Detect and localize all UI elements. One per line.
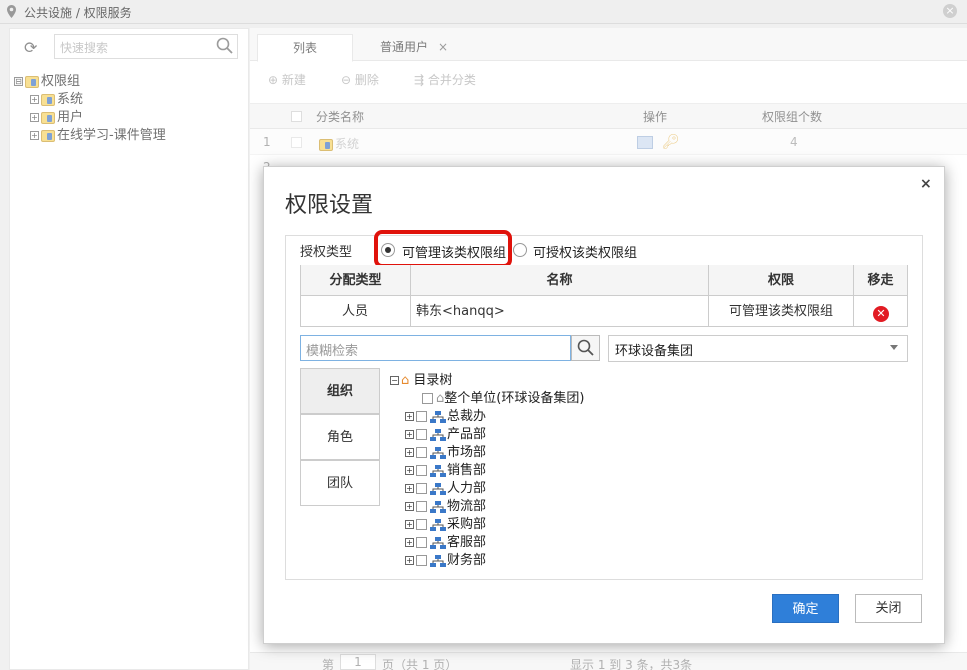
breadcrumb: 公共设施 / 权限服务 [24, 6, 132, 20]
org-unit-icon [430, 464, 446, 477]
org-unit-icon [430, 428, 446, 441]
dialog-title: 权限设置 [285, 193, 374, 218]
dept-label: 财务部 [447, 553, 487, 568]
expand-icon[interactable]: + [405, 556, 414, 565]
checkbox[interactable] [416, 519, 427, 530]
org-tree-whole[interactable]: ⌂整个单位(环球设备集团) [422, 387, 584, 406]
radio-grant-label[interactable]: 可授权该类权限组 [533, 242, 637, 261]
close-page-icon[interactable]: × [943, 4, 957, 18]
expand-icon[interactable]: + [405, 448, 414, 457]
expand-icon[interactable]: + [405, 538, 414, 547]
org-tree-dept[interactable]: + 采购部 [405, 513, 486, 532]
org-tree-dept[interactable]: + 财务部 [405, 549, 486, 568]
expand-icon[interactable]: + [405, 412, 414, 421]
org-select[interactable]: 环球设备集团 [608, 335, 908, 362]
collapse-icon[interactable]: − [390, 376, 399, 385]
dept-label: 总裁办 [447, 409, 487, 424]
org-unit-icon [430, 410, 446, 423]
org-unit-icon [430, 482, 446, 495]
org-tree-dept[interactable]: + 人力部 [405, 477, 486, 496]
fuzzy-search-input[interactable]: 模糊检索 [300, 335, 571, 361]
dept-label: 市场部 [447, 445, 487, 460]
org-tree-dept[interactable]: + 市场部 [405, 441, 486, 460]
checkbox[interactable] [416, 411, 427, 422]
divider [853, 265, 854, 327]
cell-name: 韩东<hanqq> [416, 304, 505, 319]
cell-type: 人员 [342, 304, 369, 319]
chevron-down-icon[interactable] [890, 345, 898, 350]
confirm-button[interactable]: 确定 [772, 594, 839, 623]
search-icon [577, 339, 594, 356]
org-tree-dept[interactable]: + 销售部 [405, 459, 486, 478]
org-unit-icon [430, 446, 446, 459]
expand-icon[interactable]: + [405, 502, 414, 511]
dept-label: 产品部 [447, 427, 487, 442]
dept-label: 人力部 [447, 481, 487, 496]
dialog-close-icon[interactable]: × [920, 176, 932, 192]
checkbox[interactable] [416, 447, 427, 458]
checkbox[interactable] [416, 501, 427, 512]
expand-icon[interactable]: + [405, 520, 414, 529]
org-unit-icon [430, 500, 446, 513]
org-tree-dept[interactable]: + 客服部 [405, 531, 486, 550]
dept-label: 客服部 [447, 535, 487, 550]
close-button[interactable]: 关闭 [855, 594, 922, 623]
dept-label: 销售部 [447, 463, 487, 478]
side-tab-team[interactable]: 团队 [300, 460, 380, 506]
dept-label: 采购部 [447, 517, 487, 532]
expand-icon[interactable]: + [405, 466, 414, 475]
th-perm: 权限 [709, 265, 853, 296]
location-pin-icon [7, 5, 16, 18]
radio-grant[interactable] [513, 243, 527, 257]
th-type: 分配类型 [301, 265, 410, 296]
divider [410, 265, 411, 327]
th-name: 名称 [411, 265, 708, 296]
checkbox[interactable] [416, 465, 427, 476]
org-tree-dept[interactable]: + 物流部 [405, 495, 486, 514]
side-tab-org[interactable]: 组织 [300, 368, 380, 414]
fuzzy-search-button[interactable] [571, 335, 600, 361]
checkbox[interactable] [416, 483, 427, 494]
divider [708, 265, 709, 327]
checkbox[interactable] [416, 429, 427, 440]
org-tree-dept[interactable]: + 总裁办 [405, 405, 486, 424]
org-unit-icon [430, 554, 446, 567]
top-bar [0, 0, 967, 24]
expand-icon[interactable]: + [405, 484, 414, 493]
expand-icon[interactable]: + [405, 430, 414, 439]
highlight-box [374, 230, 512, 268]
side-tab-role[interactable]: 角色 [300, 414, 380, 460]
org-tree-dept[interactable]: + 产品部 [405, 423, 486, 442]
home-icon: ⌂ [401, 373, 410, 388]
auth-type-label: 授权类型 [300, 245, 353, 260]
org-unit-icon [430, 518, 446, 531]
cell-perm: 可管理该类权限组 [729, 304, 834, 319]
checkbox[interactable] [416, 537, 427, 548]
dept-label: 物流部 [447, 499, 487, 514]
checkbox[interactable] [422, 393, 433, 404]
org-unit-icon [430, 536, 446, 549]
remove-icon[interactable]: ✕ [873, 306, 889, 322]
th-remove: 移走 [854, 265, 907, 296]
checkbox[interactable] [416, 555, 427, 566]
org-tree-root[interactable]: − ⌂ 目录树 [390, 369, 452, 388]
